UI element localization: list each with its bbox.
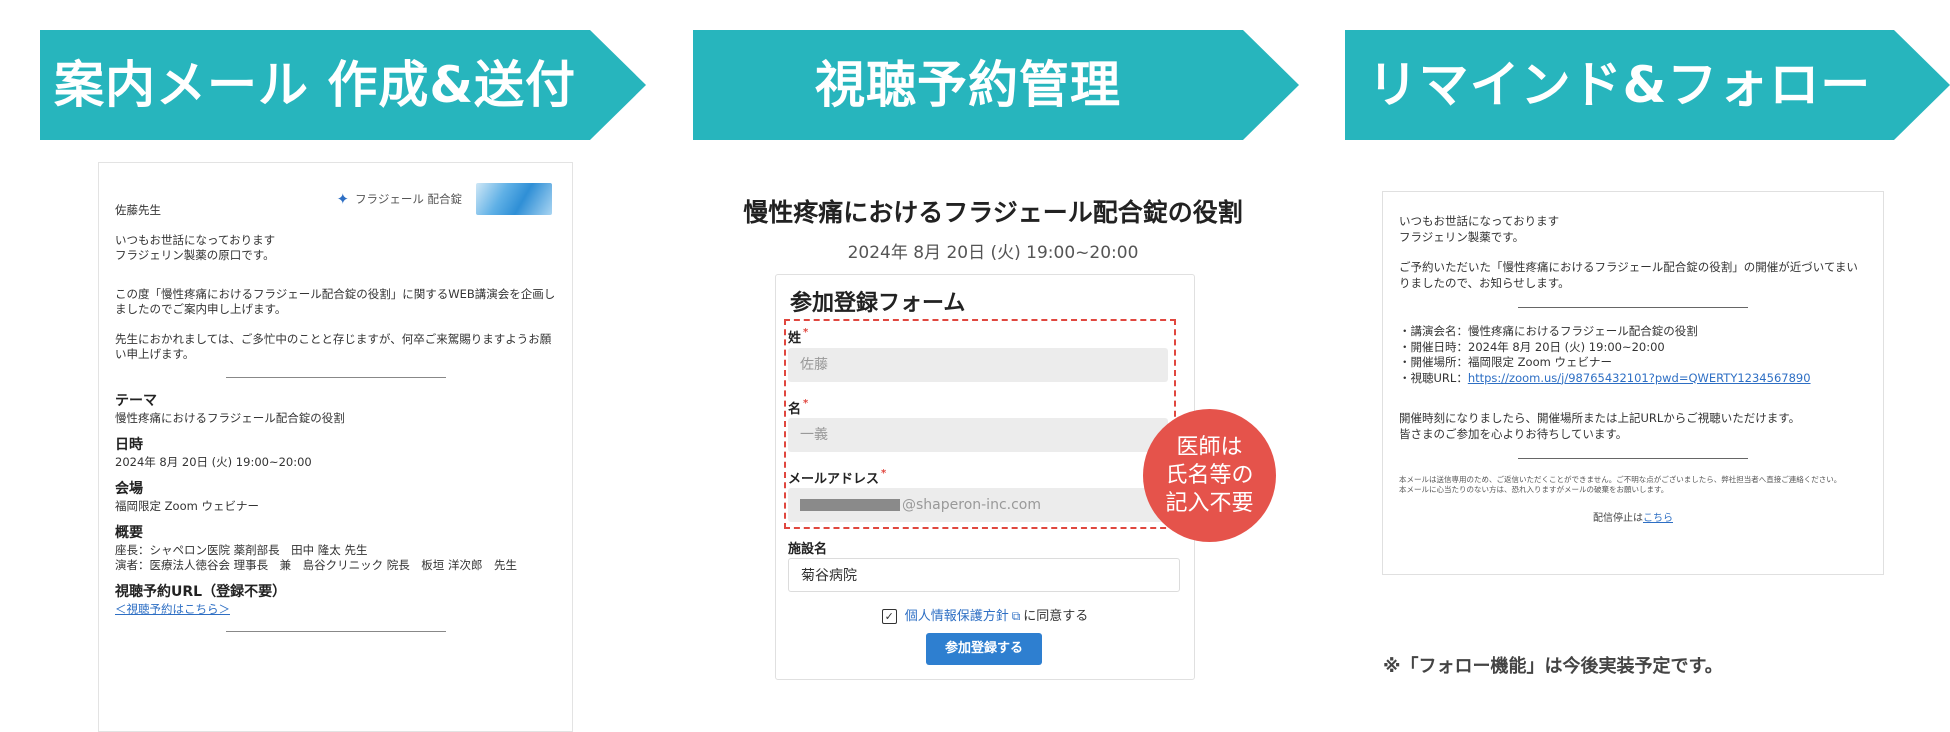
first-name-label: 名 * — [788, 398, 809, 417]
reminder-line1: いつもお世話になっております — [1399, 214, 1560, 228]
email-intro-line2: フラジェリン製薬の原口です。 — [115, 248, 275, 262]
email-intro-line1: いつもお世話になっております — [115, 233, 276, 247]
external-link-icon: ⧉ — [1011, 609, 1021, 623]
summary-line2: 演者：医療法人徳谷会 理事長 兼 島谷クリニック 院長 板垣 洋次郎 先生 — [115, 558, 517, 572]
summary-line1: 座長：シャペロン医院 薬剤部長 田中 隆太 先生 — [115, 543, 368, 557]
brand-name: フラジェール 配合錠 — [355, 191, 462, 206]
step3-banner: リマインド&フォロー — [1345, 30, 1950, 140]
email-label: メールアドレス * — [788, 468, 887, 487]
consent-suffix: に同意する — [1023, 609, 1089, 624]
facility-label: 施設名 — [788, 542, 828, 557]
step1-banner: 案内メール 作成&送付 — [40, 30, 646, 140]
zoom-url-link[interactable]: https://zoom.us/j/98765432101?pwd=QWERTY… — [1468, 371, 1811, 385]
reminder-item-venue: ・開催場所：福岡限定 Zoom ウェビナー — [1399, 355, 1612, 369]
divider-bottom — [1518, 458, 1748, 459]
register-button[interactable]: 参加登録する — [926, 633, 1042, 665]
date-heading: 日時 — [115, 437, 143, 453]
brand-star-icon: ✦ — [336, 189, 350, 208]
privacy-policy-link[interactable]: 個人情報保護方針 — [905, 609, 1009, 624]
no-input-required-badge: 医師は 氏名等の 記入不要 — [1143, 409, 1276, 542]
invitation-email: ✦ フラジェール 配合錠 佐藤先生 いつもお世話になっております フラジェリン製… — [98, 162, 573, 732]
seminar-date: 2024年 8月 20日 (火) 19:00~20:00 — [847, 243, 1139, 263]
email-body2: 先生におかれましては、ご多忙中のことと存じますが、何卒ご来駕賜りますようお願い申… — [115, 332, 552, 361]
reminder-item-date: ・開催日時：2024年 8月 20日 (火) 19:00~20:00 — [1399, 339, 1665, 354]
badge-line3: 記入不要 — [1165, 490, 1254, 516]
step2-banner: 視聴予約管理 — [693, 30, 1299, 140]
email-body1: この度「慢性疼痛におけるフラジェール配合錠の役割」に関するWEB講演会を企画しま… — [115, 287, 556, 316]
reminder-line2: フラジェリン製薬です。 — [1399, 229, 1525, 244]
divider-bottom — [225, 631, 446, 632]
form-title: 参加登録フォーム — [790, 291, 966, 316]
date-value: 2024年 8月 20日 (火) 19:00~20:00 — [115, 455, 312, 469]
reminder-email: いつもお世話になっております フラジェリン製薬です。 ご予約いただいた「慢性疼痛… — [1382, 191, 1884, 575]
reminder-closing1: 開催時刻になりましたら、開催場所または上記URLからご視聴いただけます。 — [1399, 411, 1801, 425]
reminder-body: ご予約いただいた「慢性疼痛におけるフラジェール配合錠の役割」の開催が近づいてまい… — [1399, 260, 1858, 290]
divider — [225, 377, 446, 378]
divider — [1518, 307, 1748, 308]
reminder-item-title: ・講演会名：慢性疼痛におけるフラジェール配合錠の役割 — [1399, 324, 1698, 338]
email-input[interactable]: @shaperon-inc.com — [788, 488, 1168, 522]
brand-logo: ✦ フラジェール 配合錠 — [336, 183, 552, 215]
theme-value: 慢性疼痛におけるフラジェール配合錠の役割 — [115, 411, 345, 425]
unsubscribe-row: 配信停止はこちら — [1593, 513, 1673, 524]
badge-line2: 氏名等の — [1165, 462, 1254, 488]
last-name-label: 姓 * — [788, 327, 809, 346]
fine-print: 本メールは送信専用のため、ご返信いただくことができません。ご不明な点がございまし… — [1399, 475, 1842, 494]
venue-value: 福岡限定 Zoom ウェビナー — [115, 499, 259, 513]
venue-heading: 会場 — [115, 481, 143, 497]
email-domain: @shaperon-inc.com — [902, 497, 1041, 513]
follow-feature-note: ※「フォロー機能」は今後実装予定です。 — [1383, 656, 1723, 677]
reminder-item-url: ・視聴URL：https://zoom.us/j/98765432101?pwd… — [1399, 370, 1811, 385]
consent-checkbox[interactable]: ✓ — [881, 609, 897, 624]
last-name-input[interactable]: 佐藤 — [788, 348, 1168, 382]
url-heading: 視聴予約URL（登録不要） — [115, 584, 287, 600]
consent-row: ✓ 個人情報保護方針 ⧉ に同意する — [776, 605, 1194, 624]
unsubscribe-link[interactable]: こちら — [1643, 513, 1673, 524]
summary-heading: 概要 — [115, 525, 143, 541]
facility-input[interactable]: 菊谷病院 — [788, 558, 1180, 592]
reservation-link[interactable]: ＜視聴予約はこちら＞ — [115, 602, 556, 617]
theme-heading: テーマ — [115, 393, 157, 409]
brand-banner-image — [476, 183, 552, 215]
seminar-title: 慢性疼痛におけるフラジェール配合錠の役割 — [743, 198, 1243, 227]
masked-email-local — [800, 499, 900, 511]
first-name-input[interactable]: 一義 — [788, 418, 1168, 452]
badge-line1: 医師は — [1176, 434, 1243, 460]
reminder-closing2: 皆さまのご参加を心よりお待ちしています。 — [1399, 426, 1628, 441]
registration-form: 参加登録フォーム 姓 * 佐藤 名 * 一義 メールアドレス * @shaperon-… — [775, 274, 1195, 680]
